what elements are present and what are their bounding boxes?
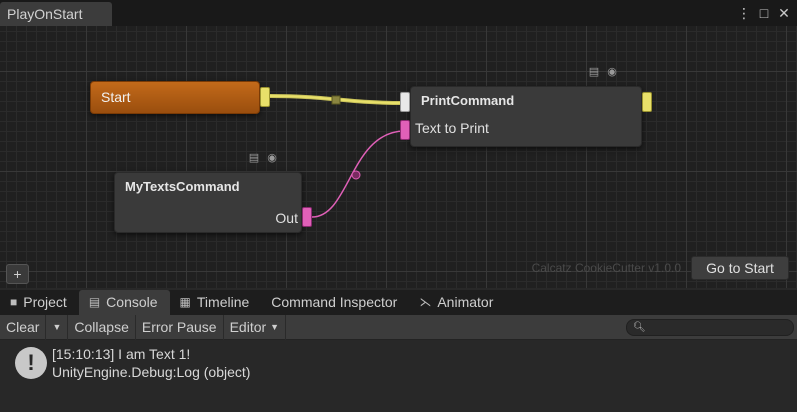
search-icon: 🔍︎	[633, 322, 646, 333]
target-icon[interactable]: ◉	[606, 66, 618, 79]
window-tab-playonstart[interactable]: PlayOnStart	[0, 2, 112, 26]
tab-project[interactable]: ■ Project	[0, 290, 79, 315]
tab-animator-label: Animator	[437, 294, 494, 310]
clear-button[interactable]: Clear	[0, 314, 47, 340]
clear-label: Clear	[6, 318, 40, 335]
editor-dropdown[interactable]: Editor ▼	[224, 314, 287, 340]
error-pause-toggle[interactable]: Error Pause	[136, 314, 224, 340]
console-icon: ▤	[88, 295, 101, 309]
data-wire-midpoint	[351, 170, 361, 180]
kebab-menu-icon[interactable]: ⋮	[737, 3, 751, 23]
film-icon: ▦	[179, 295, 191, 309]
tab-timeline[interactable]: ▦ Timeline	[170, 290, 262, 315]
tab-command-inspector[interactable]: Command Inspector	[261, 290, 409, 315]
out-port[interactable]	[302, 207, 312, 227]
tab-console-label: Console	[106, 294, 158, 310]
close-icon[interactable]: ✕	[777, 3, 791, 23]
print-flow-in-port[interactable]	[400, 92, 410, 112]
window-controls: ⋮ □ ✕	[737, 3, 791, 23]
print-node-title: PrintCommand	[421, 93, 515, 108]
console-toolbar: Clear ▼ Collapse Error Pause Editor ▼ 🔍︎	[0, 314, 797, 340]
bottom-tab-bar: ■ Project ▤ Console ▦ Timeline Command I…	[0, 290, 797, 315]
log-message: [15:10:13] I am Text 1!	[52, 346, 191, 362]
mytexts-node-title: MyTextsCommand	[125, 179, 240, 194]
text-to-print-port[interactable]	[400, 120, 410, 140]
maximize-icon[interactable]: □	[757, 3, 771, 23]
print-node-icons: ▤ ◉	[588, 66, 618, 79]
mytexts-command-node[interactable]: MyTextsCommand Out	[114, 172, 302, 233]
start-node[interactable]: Start	[90, 81, 260, 114]
animator-icon: ⋋	[419, 295, 432, 309]
log-entry[interactable]: ! [15:10:13] I am Text 1! UnityEngine.De…	[0, 341, 797, 389]
tab-command-inspector-label: Command Inspector	[271, 294, 398, 310]
tab-animator[interactable]: ⋋ Animator	[409, 290, 505, 315]
console-search: 🔍︎	[626, 319, 794, 336]
tab-console[interactable]: ▤ Console	[78, 290, 170, 315]
add-node-button[interactable]: +	[6, 264, 29, 284]
text-to-print-label: Text to Print	[415, 120, 489, 136]
console-log-area[interactable]: ! [15:10:13] I am Text 1! UnityEngine.De…	[0, 341, 797, 412]
document-icon[interactable]: ▤	[248, 152, 260, 165]
graph-wires	[269, 94, 406, 218]
flow-wire-midpoint	[331, 95, 341, 105]
editor-label: Editor	[229, 318, 267, 335]
print-command-node[interactable]: PrintCommand Text to Print	[410, 86, 642, 147]
search-input[interactable]	[647, 321, 787, 335]
go-to-start-button[interactable]: Go to Start	[691, 256, 789, 280]
log-stacktrace: UnityEngine.Debug:Log (object)	[52, 364, 251, 380]
collapse-toggle[interactable]: Collapse	[68, 314, 136, 340]
target-icon[interactable]: ◉	[266, 152, 278, 165]
out-label: Out	[275, 210, 298, 226]
mytexts-node-icons: ▤ ◉	[248, 152, 278, 165]
collapse-label: Collapse	[74, 318, 129, 335]
version-watermark: Calcatz CookieCutter v1.0.0	[531, 261, 681, 275]
error-pause-label: Error Pause	[141, 318, 217, 335]
tab-timeline-label: Timeline	[196, 294, 250, 310]
folder-icon: ■	[10, 295, 18, 309]
document-icon[interactable]: ▤	[588, 66, 600, 79]
chevron-down-icon: ▼	[270, 321, 280, 332]
chevron-down-icon: ▼	[52, 321, 62, 332]
info-icon: !	[15, 347, 47, 379]
clear-options-dropdown[interactable]: ▼	[46, 314, 69, 340]
editor-window: PlayOnStart ⋮ □ ✕ Start ▤ ◉ PrintCommand…	[0, 0, 797, 412]
node-graph-canvas[interactable]: Start ▤ ◉ PrintCommand Text to Print ▤ ◉…	[0, 26, 797, 288]
tab-project-label: Project	[23, 294, 67, 310]
print-flow-out-port[interactable]	[642, 92, 652, 112]
window-tab-bar: PlayOnStart ⋮ □ ✕	[0, 0, 797, 26]
start-flow-out-port[interactable]	[260, 87, 270, 107]
start-node-title: Start	[101, 89, 131, 105]
